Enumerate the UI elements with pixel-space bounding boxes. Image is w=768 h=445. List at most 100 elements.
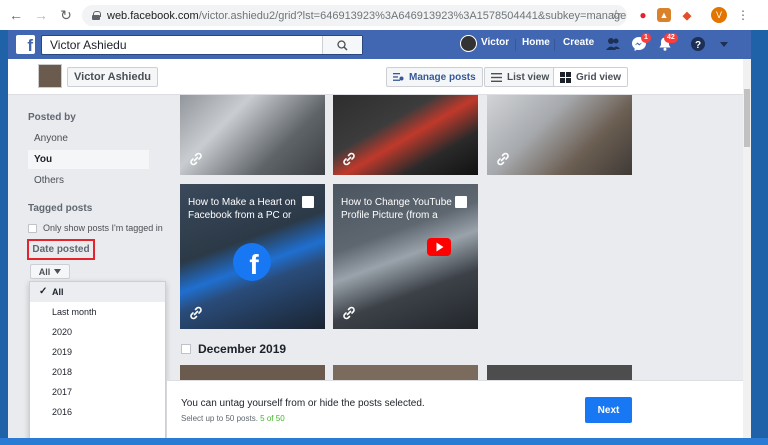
messages-badge: 1 bbox=[641, 33, 651, 43]
date-option-2020[interactable]: 2020 bbox=[30, 322, 165, 342]
address-bar[interactable]: web.facebook.com/victor.ashiedu2/grid?ls… bbox=[82, 5, 627, 26]
tagged-checkbox[interactable] bbox=[28, 223, 37, 233]
profile-header: Victor Ashiedu Manage posts List view Gr… bbox=[8, 59, 743, 95]
list-icon bbox=[491, 72, 502, 82]
posted-by-heading: Posted by bbox=[28, 112, 76, 123]
search-value: Victor Ashiedu bbox=[50, 38, 127, 52]
facebook-logo-icon[interactable]: f bbox=[16, 35, 35, 54]
next-button[interactable]: Next bbox=[585, 397, 632, 423]
date-option-last-month[interactable]: Last month bbox=[30, 302, 165, 322]
nav-home-link[interactable]: Home bbox=[522, 37, 550, 48]
date-option-label: 2018 bbox=[52, 367, 73, 377]
browser-toolbar: ← → ↻ web.facebook.com/victor.ashiedu2/g… bbox=[0, 0, 768, 30]
date-option-all[interactable]: ✓ All bbox=[30, 282, 165, 302]
post-card[interactable]: How to Make a Heart on Facebook from a P… bbox=[180, 184, 325, 329]
date-option-label: Last month bbox=[52, 307, 97, 317]
reload-icon[interactable]: ↻ bbox=[57, 6, 75, 24]
divider bbox=[554, 39, 555, 51]
select-month-checkbox[interactable] bbox=[181, 344, 191, 354]
divider bbox=[515, 39, 516, 51]
post-title: How to Make a Heart on Facebook from a P… bbox=[188, 197, 296, 221]
svg-text:?: ? bbox=[695, 40, 701, 51]
filter-you[interactable]: You bbox=[28, 150, 149, 169]
page-scrollbar[interactable] bbox=[743, 59, 751, 445]
chrome-menu-icon[interactable]: ⋮ bbox=[737, 8, 749, 22]
os-taskbar bbox=[0, 438, 768, 445]
filter-others[interactable]: Others bbox=[28, 171, 149, 190]
facebook-header: f Victor Ashiedu Victor Home Create 1 42… bbox=[8, 30, 751, 59]
help-icon[interactable]: ? bbox=[690, 36, 706, 52]
search-icon bbox=[337, 39, 348, 51]
svg-text:f: f bbox=[249, 249, 259, 280]
nav-profile-link[interactable]: Victor bbox=[481, 37, 509, 48]
search-input[interactable]: Victor Ashiedu bbox=[41, 35, 363, 55]
post-card[interactable]: How to Change YouTube Profile Picture (f… bbox=[333, 184, 478, 329]
url-path: /victor.ashiedu2/grid?lst=646913923%3A64… bbox=[198, 9, 627, 22]
user-avatar[interactable] bbox=[460, 35, 477, 52]
link-icon bbox=[343, 306, 355, 320]
date-option-label: 2017 bbox=[52, 387, 73, 397]
friend-requests-icon[interactable] bbox=[605, 36, 621, 52]
link-icon bbox=[190, 306, 202, 320]
checkmark-icon: ✓ bbox=[39, 286, 48, 297]
search-button[interactable] bbox=[322, 36, 362, 54]
profile-name-button[interactable]: Victor Ashiedu bbox=[67, 67, 159, 87]
date-option-2016[interactable]: 2016 bbox=[30, 402, 165, 422]
post-select-checkbox[interactable] bbox=[455, 196, 467, 208]
grid-view-label: Grid view bbox=[576, 71, 622, 83]
date-posted-heading: Date posted bbox=[27, 239, 95, 260]
facebook-logo-icon: f bbox=[233, 243, 271, 281]
url-host: web.facebook.com bbox=[107, 9, 199, 22]
grid-icon bbox=[560, 71, 571, 83]
tagged-filter-option[interactable]: Only show posts I'm tagged in bbox=[28, 223, 163, 233]
scrollbar-thumb[interactable] bbox=[744, 89, 750, 147]
lock-icon bbox=[92, 11, 101, 20]
manage-posts-label: Manage posts bbox=[409, 71, 476, 83]
nav-create-link[interactable]: Create bbox=[563, 37, 594, 48]
post-thumbnail[interactable] bbox=[180, 85, 325, 175]
manage-posts-button[interactable]: Manage posts bbox=[386, 67, 483, 87]
link-icon bbox=[497, 152, 509, 166]
post-title: How to Change YouTube Profile Picture (f… bbox=[341, 197, 452, 221]
tagged-checkbox-label: Only show posts I'm tagged in bbox=[43, 223, 163, 233]
tagged-posts-heading: Tagged posts bbox=[28, 203, 93, 214]
date-option-2018[interactable]: 2018 bbox=[30, 362, 165, 382]
list-view-button[interactable]: List view bbox=[484, 67, 557, 87]
list-view-label: List view bbox=[507, 71, 550, 83]
extension-icon[interactable]: ▲ bbox=[657, 8, 671, 22]
account-menu-caret-icon[interactable] bbox=[716, 36, 732, 52]
month-section-heading: December 2019 bbox=[181, 342, 286, 356]
post-thumbnail[interactable] bbox=[487, 85, 632, 175]
post-select-checkbox[interactable] bbox=[302, 196, 314, 208]
date-option-2019[interactable]: 2019 bbox=[30, 342, 165, 362]
selection-subtext: Select up to 50 posts. 5 of 50 bbox=[181, 414, 285, 423]
month-heading-text: December 2019 bbox=[198, 342, 287, 356]
profile-picture[interactable] bbox=[38, 64, 62, 88]
selection-action-bar: You can untag yourself from or hide the … bbox=[167, 380, 743, 445]
date-option-label: 2019 bbox=[52, 347, 73, 357]
manage-posts-icon bbox=[393, 73, 404, 81]
chrome-profile-avatar[interactable]: V bbox=[711, 7, 727, 23]
filter-anyone[interactable]: Anyone bbox=[28, 129, 149, 148]
date-option-label: 2020 bbox=[52, 327, 73, 337]
back-arrow-icon[interactable]: ← bbox=[7, 6, 25, 24]
selection-limit: Select up to 50 posts. bbox=[181, 414, 258, 423]
selection-message: You can untag yourself from or hide the … bbox=[181, 398, 425, 409]
date-option-2017[interactable]: 2017 bbox=[30, 382, 165, 402]
youtube-logo-icon bbox=[427, 238, 451, 256]
manage-posts-page: How to Make a Heart on Facebook from a P… bbox=[8, 59, 751, 445]
extension-icon[interactable]: ● bbox=[636, 8, 650, 22]
brave-shield-icon[interactable]: ◆ bbox=[680, 8, 694, 22]
date-option-label: All bbox=[52, 287, 64, 297]
link-icon bbox=[343, 152, 355, 166]
selection-count: 5 of 50 bbox=[260, 414, 285, 423]
notifications-badge: 42 bbox=[664, 33, 678, 43]
date-filter-dropdown[interactable]: All bbox=[30, 264, 70, 279]
post-thumbnail[interactable] bbox=[333, 85, 478, 175]
bookmark-star-icon[interactable]: ☆ bbox=[610, 7, 622, 23]
caret-down-icon bbox=[54, 269, 62, 274]
forward-arrow-icon[interactable]: → bbox=[32, 6, 50, 24]
grid-view-button[interactable]: Grid view bbox=[553, 67, 629, 87]
date-option-label: 2016 bbox=[52, 407, 73, 417]
date-filter-menu: ✓ All Last month 2020 2019 2018 2017 201… bbox=[29, 281, 166, 445]
